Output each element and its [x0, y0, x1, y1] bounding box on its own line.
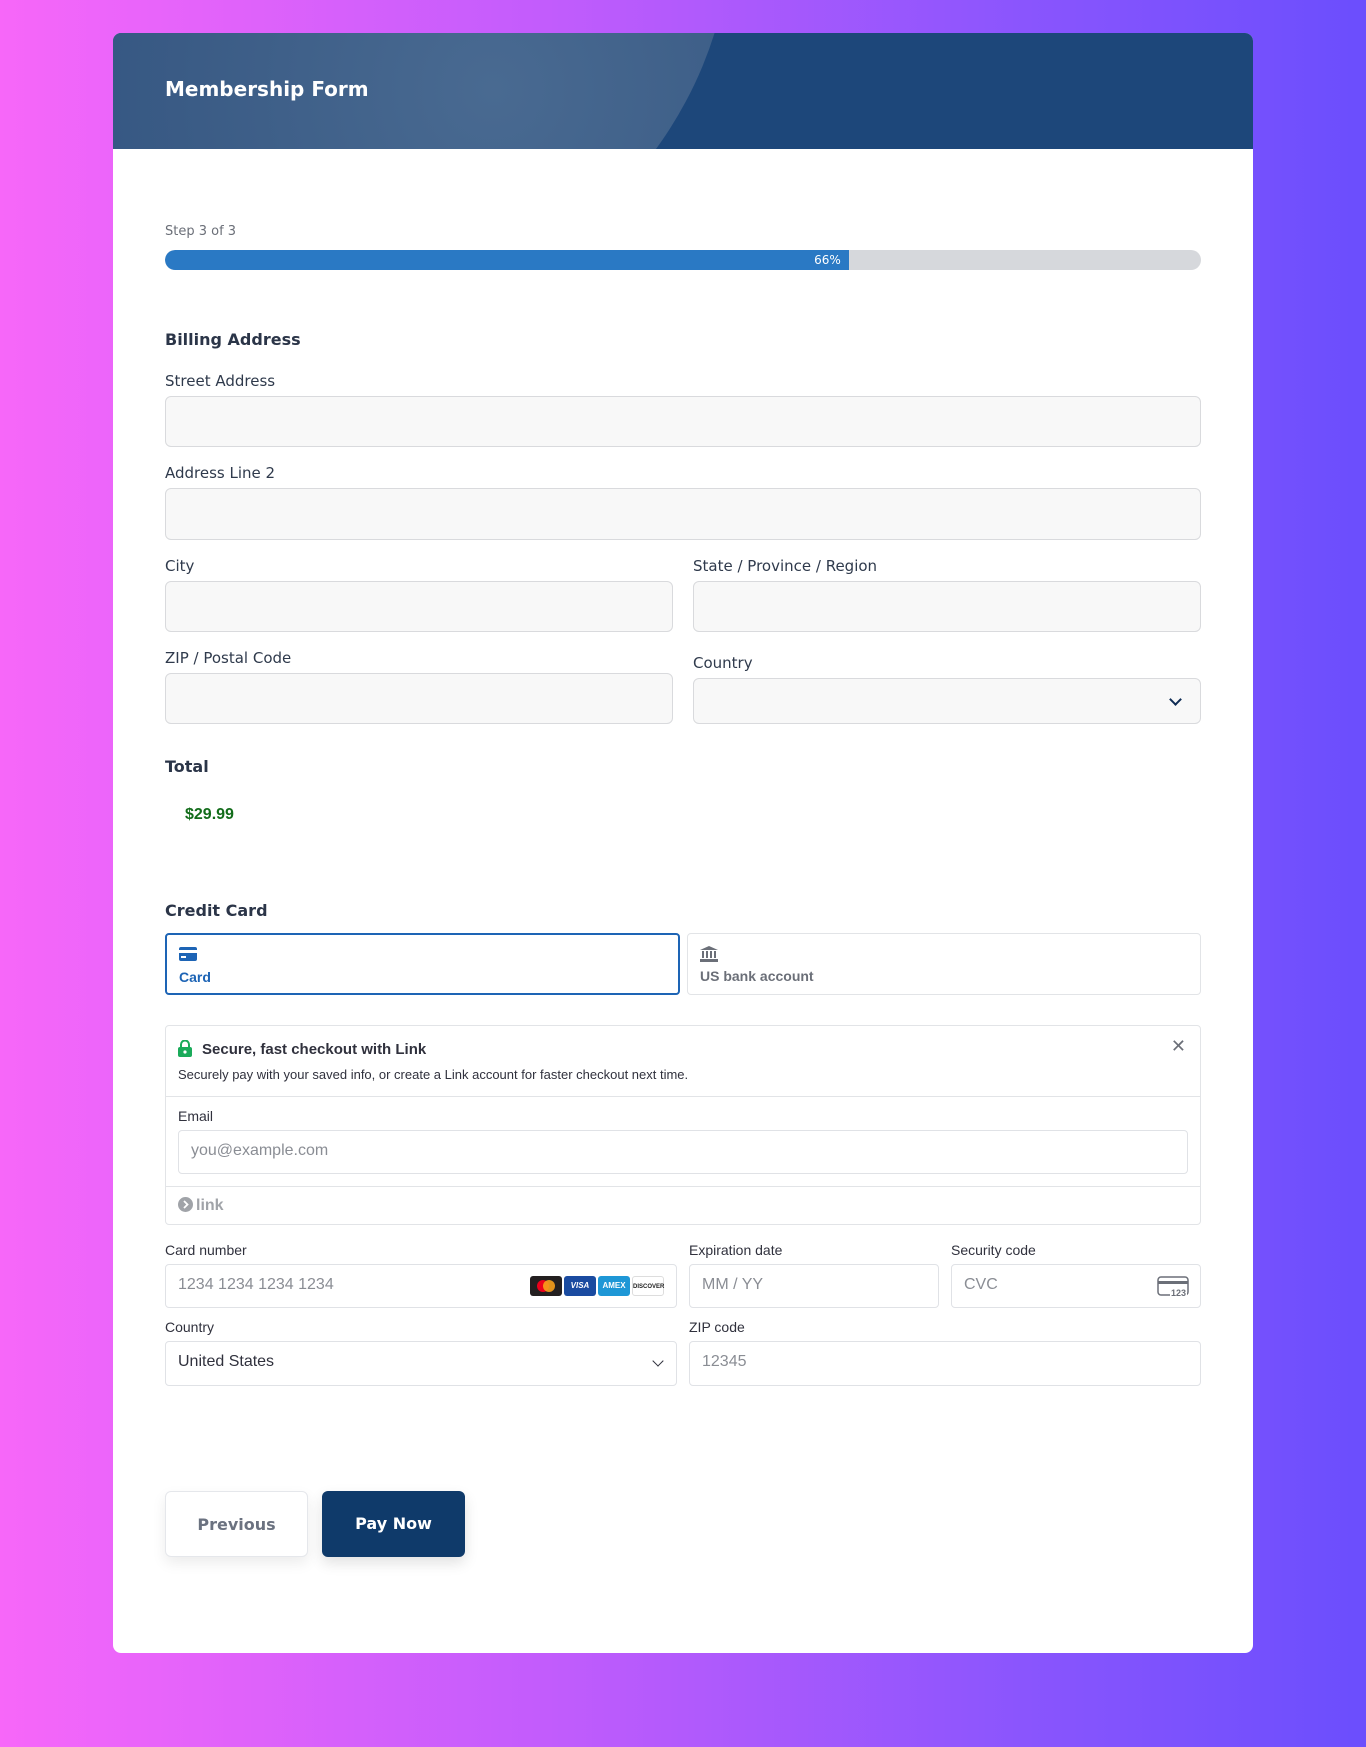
card-number-input[interactable]: 1234 1234 1234 1234 VISA AMEX DISCOVER	[165, 1264, 677, 1308]
city-label: City	[165, 557, 195, 575]
chevron-down-icon	[1169, 693, 1182, 706]
progress-percent: 66%	[814, 253, 841, 267]
discover-icon: DISCOVER	[632, 1276, 664, 1296]
tab-us-bank-account[interactable]: US bank account	[687, 933, 1201, 995]
state-input[interactable]	[693, 581, 1201, 632]
street-address-input[interactable]	[165, 396, 1201, 447]
chevron-down-icon	[652, 1355, 664, 1367]
link-email-input[interactable]: you@example.com	[178, 1130, 1188, 1174]
card-number-label: Card number	[165, 1242, 247, 1258]
expiration-date-label: Expiration date	[689, 1242, 783, 1258]
amex-icon: AMEX	[598, 1276, 630, 1296]
tab-card[interactable]: Card	[165, 933, 680, 995]
credit-card-title: Credit Card	[165, 901, 268, 920]
membership-form-card: Membership Form Step 3 of 3 66% Billing …	[113, 33, 1253, 1653]
progress-fill: 66%	[165, 250, 849, 270]
security-code-label: Security code	[951, 1242, 1036, 1258]
street-address-label: Street Address	[165, 372, 276, 390]
previous-button[interactable]: Previous	[165, 1491, 308, 1557]
close-icon[interactable]: ✕	[1171, 1036, 1186, 1057]
link-email-placeholder: you@example.com	[191, 1142, 329, 1159]
mastercard-icon	[530, 1276, 562, 1296]
link-logo-text: link	[196, 1197, 224, 1214]
total-title: Total	[165, 757, 209, 776]
expiration-date-placeholder: MM / YY	[702, 1276, 764, 1293]
address-line2-label: Address Line 2	[165, 464, 276, 482]
link-description: Securely pay with your saved info, or cr…	[178, 1067, 689, 1082]
security-code-placeholder: CVC	[964, 1276, 998, 1293]
link-title: Secure, fast checkout with Link	[202, 1041, 427, 1058]
tab-us-bank-account-label: US bank account	[700, 968, 814, 984]
billing-country-label: Country	[693, 654, 753, 672]
credit-card-icon	[179, 947, 197, 964]
payment-zip-input[interactable]: 12345	[689, 1341, 1201, 1386]
billing-address-title: Billing Address	[165, 330, 301, 349]
link-email-label: Email	[178, 1108, 214, 1124]
lock-icon	[178, 1039, 192, 1062]
expiration-date-input[interactable]: MM / YY	[689, 1264, 939, 1308]
visa-icon: VISA	[564, 1276, 596, 1296]
divider	[166, 1186, 1200, 1187]
state-label: State / Province / Region	[693, 557, 878, 575]
step-label: Step 3 of 3	[165, 224, 237, 239]
zip-postal-input[interactable]	[165, 673, 673, 724]
bank-icon	[700, 946, 718, 965]
progress-bar: 66%	[165, 250, 1201, 270]
divider	[166, 1096, 1200, 1097]
address-line2-input[interactable]	[165, 488, 1201, 540]
zip-postal-label: ZIP / Postal Code	[165, 649, 292, 667]
cvc-icon-text: 123	[1170, 1288, 1188, 1298]
form-title: Membership Form	[165, 77, 369, 101]
security-code-input[interactable]: CVC 123	[951, 1264, 1201, 1308]
payment-country-label: Country	[165, 1319, 215, 1335]
form-header: Membership Form	[113, 33, 1253, 149]
tab-card-label: Card	[179, 969, 211, 985]
payment-zip-placeholder: 12345	[702, 1353, 747, 1370]
link-checkout-box: Secure, fast checkout with Link Securely…	[165, 1025, 1201, 1225]
city-input[interactable]	[165, 581, 673, 632]
link-arrow-icon	[178, 1197, 193, 1217]
payment-country-select[interactable]: United States	[165, 1341, 677, 1386]
payment-zip-label: ZIP code	[689, 1319, 745, 1335]
pay-now-button[interactable]: Pay Now	[322, 1491, 465, 1557]
total-amount: $29.99	[185, 806, 234, 823]
billing-country-select[interactable]	[693, 678, 1201, 724]
card-number-placeholder: 1234 1234 1234 1234	[178, 1276, 334, 1293]
payment-country-value: United States	[178, 1353, 275, 1370]
